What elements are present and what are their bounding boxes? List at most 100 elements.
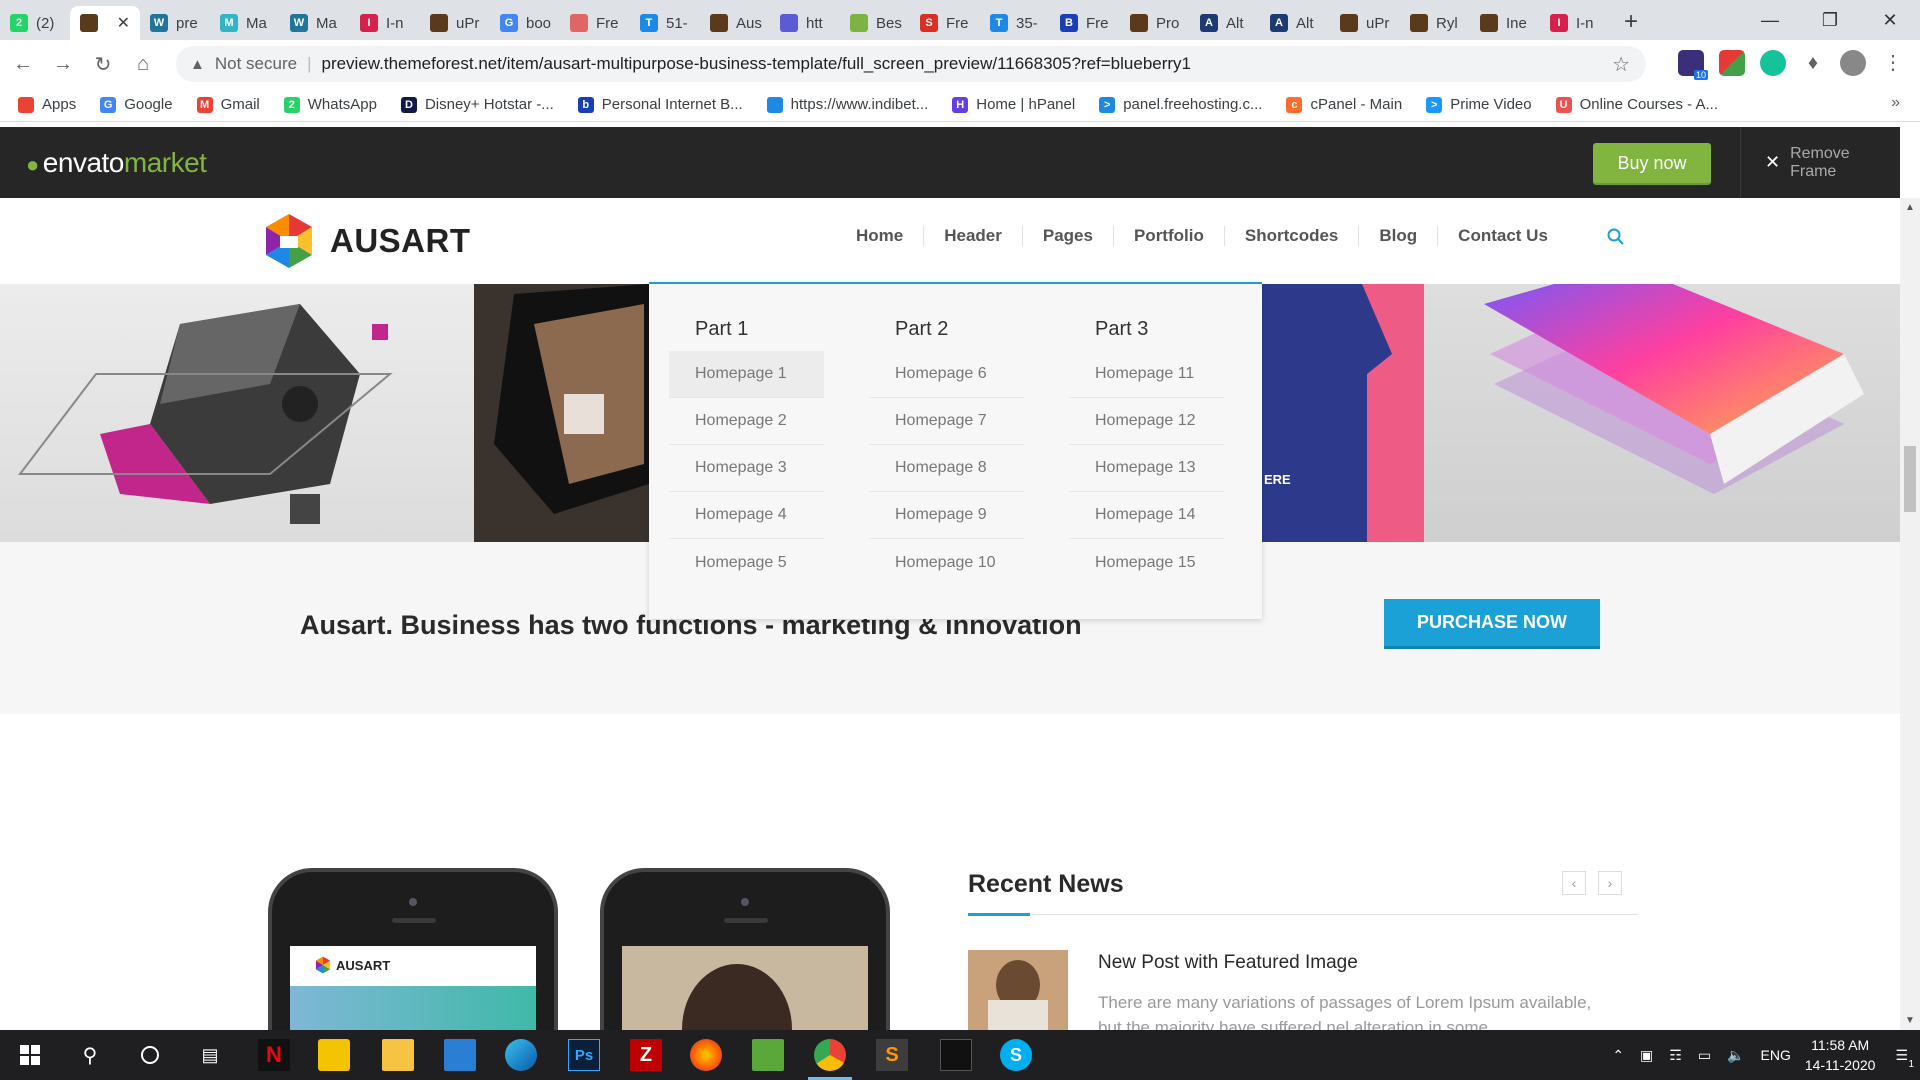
browser-tab[interactable]: M Ma <box>210 6 280 40</box>
bookmark-item[interactable]: H Home | hPanel <box>952 96 1075 113</box>
start-icon[interactable] <box>14 1039 46 1071</box>
close-window-icon[interactable]: ✕ <box>1860 0 1920 40</box>
bookmark-item[interactable]: c cPanel - Main <box>1286 96 1402 113</box>
sublime-icon[interactable]: S <box>876 1039 908 1071</box>
bookmark-item[interactable]: > Prime Video <box>1426 96 1532 113</box>
firefox-icon[interactable] <box>690 1039 722 1071</box>
megamenu-link[interactable]: Homepage 2 <box>669 398 824 445</box>
restore-icon[interactable]: ❐ <box>1800 0 1860 40</box>
netflix-icon[interactable]: N <box>258 1039 290 1071</box>
clock[interactable]: 11:58 AM 14-11-2020 <box>1805 1035 1876 1075</box>
profile-avatar[interactable] <box>1840 50 1866 76</box>
browser-tab[interactable]: Fre <box>560 6 630 40</box>
nav-item-shortcodes[interactable]: Shortcodes <box>1225 226 1360 246</box>
filezilla-icon[interactable]: Z <box>630 1039 662 1071</box>
news-prev-button[interactable]: ‹ <box>1562 871 1586 895</box>
menu-kebab-icon[interactable]: ⋮ <box>1880 50 1906 76</box>
extensions-puzzle-icon[interactable]: ♦ <box>1800 50 1826 76</box>
bookmark-item[interactable]: b Personal Internet B... <box>577 96 743 113</box>
bookmark-star-icon[interactable]: ☆ <box>1612 52 1630 77</box>
browser-tab[interactable]: A Alt <box>1260 6 1330 40</box>
browser-tab[interactable]: B Fre <box>1050 6 1120 40</box>
browser-tab[interactable]: Ine <box>1470 6 1540 40</box>
megamenu-link[interactable]: Homepage 15 <box>1069 539 1224 586</box>
browser-tab[interactable]: T 35- <box>980 6 1050 40</box>
browser-tab[interactable]: Bes <box>840 6 910 40</box>
browser-tab[interactable]: W Ma <box>280 6 350 40</box>
store-icon[interactable] <box>318 1039 350 1071</box>
search-icon[interactable] <box>1607 228 1625 251</box>
megamenu-link[interactable]: Homepage 8 <box>869 445 1024 492</box>
envato-logo[interactable]: ● envatomarket <box>26 147 207 179</box>
new-tab-button[interactable]: + <box>1624 8 1638 36</box>
megamenu-link[interactable]: Homepage 11 <box>1069 351 1224 398</box>
megamenu-link[interactable]: Homepage 14 <box>1069 492 1224 539</box>
browser-tab[interactable]: T 51- <box>630 6 700 40</box>
scroll-down-icon[interactable]: ▼ <box>1905 1015 1915 1026</box>
nav-item-pages[interactable]: Pages <box>1023 226 1114 246</box>
bookmarks-overflow-icon[interactable]: » <box>1891 94 1900 112</box>
browser-tab[interactable]: Aus <box>700 6 770 40</box>
megamenu-link[interactable]: Homepage 6 <box>869 351 1024 398</box>
battery-icon[interactable]: ▭ <box>1698 1047 1711 1064</box>
remove-frame-button[interactable]: ✕ Remove Frame <box>1740 127 1900 198</box>
ausart-logo[interactable]: AUSART <box>260 212 471 270</box>
browser-tab[interactable]: uPr <box>420 6 490 40</box>
search-taskbar-icon[interactable]: ⚲ <box>74 1039 106 1071</box>
back-icon[interactable]: ← <box>6 47 40 81</box>
browser-tab[interactable]: Gboo <box>490 6 560 40</box>
extension-hat-icon[interactable]: 10 <box>1678 50 1708 80</box>
grammarly-icon[interactable] <box>1760 50 1786 76</box>
home-icon[interactable]: ⌂ <box>126 47 160 81</box>
nav-item-home[interactable]: Home <box>836 226 925 246</box>
news-post-title[interactable]: New Post with Featured Image <box>1098 952 1358 974</box>
megamenu-link[interactable]: Homepage 10 <box>869 539 1024 586</box>
browser-tab[interactable]: A Alt <box>1190 6 1260 40</box>
megamenu-link[interactable]: Homepage 1 <box>669 351 824 398</box>
page-scrollbar[interactable]: ▲ ▼ <box>1900 198 1920 1030</box>
megamenu-link[interactable]: Homepage 9 <box>869 492 1024 539</box>
browser-tab[interactable]: I I-n <box>1540 6 1610 40</box>
megamenu-link[interactable]: Homepage 12 <box>1069 398 1224 445</box>
notification-icon[interactable]: ☰ 1 <box>1895 1047 1914 1070</box>
nav-item-header[interactable]: Header <box>924 226 1023 246</box>
bookmark-item[interactable]: https://www.indibet... <box>766 96 928 113</box>
browser-tab[interactable]: ✕ <box>70 6 140 40</box>
bookmark-item[interactable]: U Online Courses - A... <box>1555 96 1718 113</box>
meet-now-icon[interactable]: ▣ <box>1640 1047 1653 1064</box>
cortana-icon[interactable] <box>134 1039 166 1071</box>
bookmark-item[interactable]: Apps <box>18 96 76 113</box>
news-thumbnail[interactable] <box>968 950 1068 1030</box>
wifi-icon[interactable]: ☶ <box>1669 1047 1682 1064</box>
browser-tab[interactable]: Pro <box>1120 6 1190 40</box>
extension-grid-icon[interactable] <box>1719 50 1745 76</box>
purchase-now-button[interactable]: PURCHASE NOW <box>1384 599 1600 649</box>
minimize-icon[interactable]: — <box>1740 0 1800 40</box>
bookmark-item[interactable]: G Google <box>100 96 173 113</box>
megamenu-link[interactable]: Homepage 5 <box>669 539 824 586</box>
nav-item-blog[interactable]: Blog <box>1359 226 1439 246</box>
browser-tab[interactable]: I I-n <box>350 6 420 40</box>
scroll-up-icon[interactable]: ▲ <box>1905 202 1915 213</box>
browser-tab[interactable]: S Fre <box>910 6 980 40</box>
browser-tab[interactable]: uPr <box>1330 6 1400 40</box>
browser-tab[interactable]: 2 (2) <box>0 6 70 40</box>
chrome-icon[interactable] <box>814 1039 846 1071</box>
tray-chevron-icon[interactable]: ⌃ <box>1612 1047 1624 1064</box>
close-tab-icon[interactable]: ✕ <box>117 13 130 33</box>
reload-icon[interactable]: ↻ <box>86 47 120 81</box>
skype-icon[interactable]: S <box>1000 1039 1032 1071</box>
megamenu-link[interactable]: Homepage 7 <box>869 398 1024 445</box>
scrollbar-thumb[interactable] <box>1904 446 1916 512</box>
browser-tab[interactable]: Ryl <box>1400 6 1470 40</box>
megamenu-link[interactable]: Homepage 4 <box>669 492 824 539</box>
browser-tab[interactable]: Wpre <box>140 6 210 40</box>
image-viewer-icon[interactable] <box>752 1039 784 1071</box>
bookmark-item[interactable]: D Disney+ Hotstar -... <box>400 96 554 113</box>
forward-icon[interactable]: → <box>46 47 80 81</box>
edge-icon[interactable] <box>505 1039 537 1071</box>
address-bar[interactable]: ▲ Not secure | preview.themeforest.net/i… <box>176 46 1646 82</box>
megamenu-link[interactable]: Homepage 3 <box>669 445 824 492</box>
nav-item-portfolio[interactable]: Portfolio <box>1114 226 1225 246</box>
language-indicator[interactable]: ENG <box>1761 1047 1791 1063</box>
